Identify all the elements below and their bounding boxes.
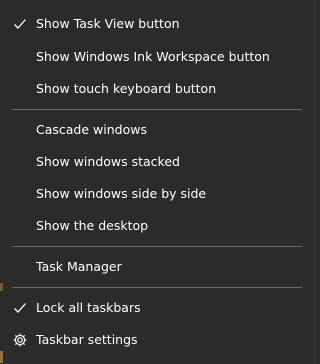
menu-item-label: Lock all taskbars (36, 300, 141, 315)
menu-item-cascade-windows[interactable]: Cascade windows (0, 114, 316, 146)
checkmark-icon (14, 303, 26, 313)
checkmark-icon (14, 19, 26, 29)
menu-separator (12, 287, 302, 288)
menu-item-label: Task Manager (36, 259, 122, 274)
menu-separator (12, 246, 302, 247)
menu-item-show-touch-keyboard-button[interactable]: Show touch keyboard button (0, 73, 316, 105)
background-edge-strip (0, 283, 3, 291)
gear-icon (13, 333, 27, 347)
menu-item-label: Cascade windows (36, 122, 147, 137)
menu-item-label: Show windows stacked (36, 154, 180, 169)
menu-item-label: Show windows side by side (36, 186, 207, 201)
menu-item-label: Taskbar settings (36, 332, 138, 347)
menu-item-label: Show touch keyboard button (36, 81, 217, 96)
menu-item-lock-all-taskbars[interactable]: Lock all taskbars (0, 292, 316, 324)
menu-item-show-windows-side-by-side[interactable]: Show windows side by side (0, 178, 316, 210)
menu-item-show-task-view-button[interactable]: Show Task View button (0, 8, 316, 40)
menu-separator (12, 109, 302, 110)
taskbar-context-menu: Show Task View button Show Windows Ink W… (0, 0, 316, 364)
menu-item-show-windows-ink-workspace-button[interactable]: Show Windows Ink Workspace button (0, 41, 316, 73)
menu-item-label: Show the desktop (36, 218, 149, 233)
menu-item-task-manager[interactable]: Task Manager (0, 251, 316, 283)
menu-item-label: Show Windows Ink Workspace button (36, 49, 270, 64)
menu-item-label: Show Task View button (36, 16, 180, 31)
menu-item-show-the-desktop[interactable]: Show the desktop (0, 210, 316, 242)
menu-item-show-windows-stacked[interactable]: Show windows stacked (0, 146, 316, 178)
menu-item-taskbar-settings[interactable]: Taskbar settings (0, 324, 316, 356)
